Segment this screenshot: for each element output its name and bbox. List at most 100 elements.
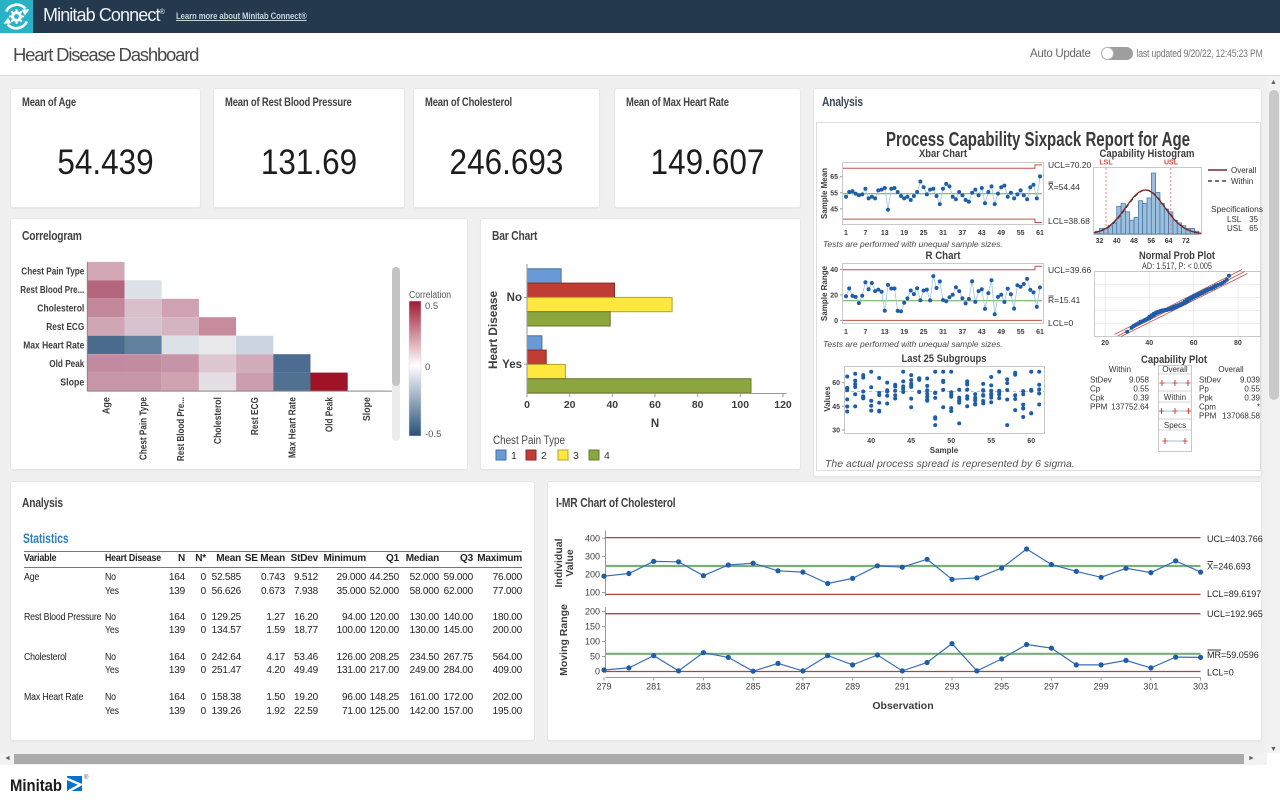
svg-text:25: 25 (920, 329, 928, 336)
svg-text:Values: Values (823, 386, 832, 412)
svg-text:49: 49 (997, 329, 1005, 336)
svg-text:No: No (507, 292, 522, 304)
svg-text:N: N (651, 418, 659, 430)
svg-text:61: 61 (1036, 329, 1044, 336)
svg-text:Within: Within (1109, 365, 1131, 374)
svg-text:4: 4 (604, 450, 610, 462)
svg-text:Cpk: Cpk (1090, 394, 1105, 403)
svg-text:31: 31 (939, 329, 947, 336)
svg-text:56: 56 (1147, 238, 1155, 245)
svg-text:*: * (1257, 403, 1260, 412)
svg-text:Pp: Pp (1199, 385, 1209, 394)
svg-text:20: 20 (830, 292, 838, 299)
svg-text:0: 0 (595, 667, 600, 677)
svg-text:Last 25 Subgroups: Last 25 Subgroups (902, 353, 987, 365)
svg-text:13: 13 (881, 230, 889, 237)
svg-text:72: 72 (1182, 238, 1190, 245)
svg-text:Sample Range: Sample Range (820, 265, 829, 321)
svg-text:Rest Blood Pre...: Rest Blood Pre... (20, 284, 84, 296)
svg-text:65: 65 (1249, 224, 1258, 233)
svg-text:2: 2 (541, 450, 547, 462)
svg-text:The actual process spread is r: The actual process spread is represented… (825, 458, 1075, 470)
svg-text:45: 45 (830, 206, 838, 213)
svg-text:Within: Within (1164, 393, 1186, 402)
svg-text:0: 0 (425, 362, 430, 373)
svg-text:USL: USL (1227, 224, 1243, 233)
svg-text:Slope: Slope (361, 397, 373, 421)
svg-text:43: 43 (978, 329, 986, 336)
svg-text:137068.58: 137068.58 (1222, 412, 1260, 421)
svg-text:Chest Pain Type: Chest Pain Type (493, 435, 565, 447)
svg-text:Max Heart Rate: Max Heart Rate (23, 339, 84, 351)
svg-text:AD: 1.517, P: < 0.005: AD: 1.517, P: < 0.005 (1142, 261, 1212, 271)
svg-text:32: 32 (1096, 238, 1104, 245)
svg-text:289: 289 (845, 682, 860, 692)
svg-text:UCL=70.20: UCL=70.20 (1048, 160, 1092, 170)
svg-text:R=15.41: R=15.41 (1048, 295, 1081, 305)
svg-text:X=246.693: X=246.693 (1207, 562, 1251, 572)
svg-text:65: 65 (830, 174, 838, 181)
svg-text:40: 40 (1113, 238, 1121, 245)
svg-text:291: 291 (895, 682, 910, 692)
svg-text:0.39: 0.39 (1133, 394, 1149, 403)
svg-text:60: 60 (1190, 340, 1198, 347)
svg-text:LCL=89.6197: LCL=89.6197 (1207, 589, 1261, 599)
svg-text:Minitab: Minitab (10, 776, 62, 795)
svg-text:40: 40 (606, 399, 618, 411)
svg-text:301: 301 (1143, 682, 1158, 692)
svg-text:Sample Mean: Sample Mean (820, 168, 829, 219)
svg-text:Cholesterol: Cholesterol (212, 397, 224, 444)
svg-text:MR=59.0596: MR=59.0596 (1207, 650, 1259, 660)
svg-text:55: 55 (987, 438, 995, 445)
svg-text:7: 7 (863, 230, 867, 237)
svg-text:61: 61 (1036, 230, 1044, 237)
svg-text:Capability Histogram: Capability Histogram (1100, 148, 1195, 160)
svg-text:293: 293 (944, 682, 959, 692)
svg-text:303: 303 (1193, 682, 1208, 692)
svg-text:Specs: Specs (1164, 421, 1186, 430)
svg-text:100: 100 (585, 588, 600, 598)
svg-text:Slope: Slope (60, 376, 84, 388)
svg-text:Ppk: Ppk (1199, 394, 1214, 403)
svg-text:Moving Range: Moving Range (558, 604, 570, 676)
svg-text:295: 295 (994, 682, 1009, 692)
svg-text:279: 279 (596, 682, 611, 692)
svg-text:0.55: 0.55 (1244, 385, 1260, 394)
svg-text:-0.5: -0.5 (425, 429, 441, 440)
svg-text:Within: Within (1231, 177, 1253, 186)
svg-text:Overall: Overall (1162, 365, 1188, 374)
svg-text:45: 45 (907, 438, 915, 445)
svg-text:0.5: 0.5 (425, 301, 438, 312)
svg-text:49: 49 (997, 230, 1005, 237)
svg-text:R Chart: R Chart (926, 250, 961, 262)
svg-text:Tests are performed with unequ: Tests are performed with unequal sample … (823, 239, 1003, 249)
svg-text:13: 13 (881, 329, 889, 336)
svg-text:40: 40 (830, 267, 838, 274)
svg-text:45: 45 (832, 404, 840, 411)
svg-text:LCL=0: LCL=0 (1048, 318, 1074, 328)
svg-text:64: 64 (1165, 238, 1173, 245)
svg-text:Old Peak: Old Peak (49, 358, 84, 370)
svg-text:1: 1 (511, 450, 517, 462)
svg-text:Specifications: Specifications (1211, 205, 1263, 214)
svg-text:400: 400 (585, 533, 600, 543)
svg-text:20: 20 (564, 399, 576, 411)
svg-text:Sample: Sample (930, 446, 959, 455)
svg-text:43: 43 (978, 230, 986, 237)
svg-text:9.058: 9.058 (1129, 376, 1150, 385)
svg-text:USL: USL (1164, 160, 1179, 167)
svg-text:287: 287 (795, 682, 810, 692)
svg-text:7: 7 (863, 329, 867, 336)
svg-text:40: 40 (867, 438, 875, 445)
svg-text:60: 60 (649, 399, 661, 411)
svg-text:Rest ECG: Rest ECG (249, 397, 261, 435)
svg-text:®: ® (84, 774, 89, 781)
svg-text:35: 35 (1249, 215, 1258, 224)
svg-text:50: 50 (947, 438, 955, 445)
svg-text:19: 19 (900, 230, 908, 237)
svg-text:Overall: Overall (1231, 166, 1257, 175)
svg-text:Value: Value (564, 549, 576, 577)
svg-text:137752.64: 137752.64 (1111, 403, 1149, 412)
svg-text:Rest ECG: Rest ECG (46, 321, 84, 333)
svg-text:Age: Age (100, 397, 112, 414)
